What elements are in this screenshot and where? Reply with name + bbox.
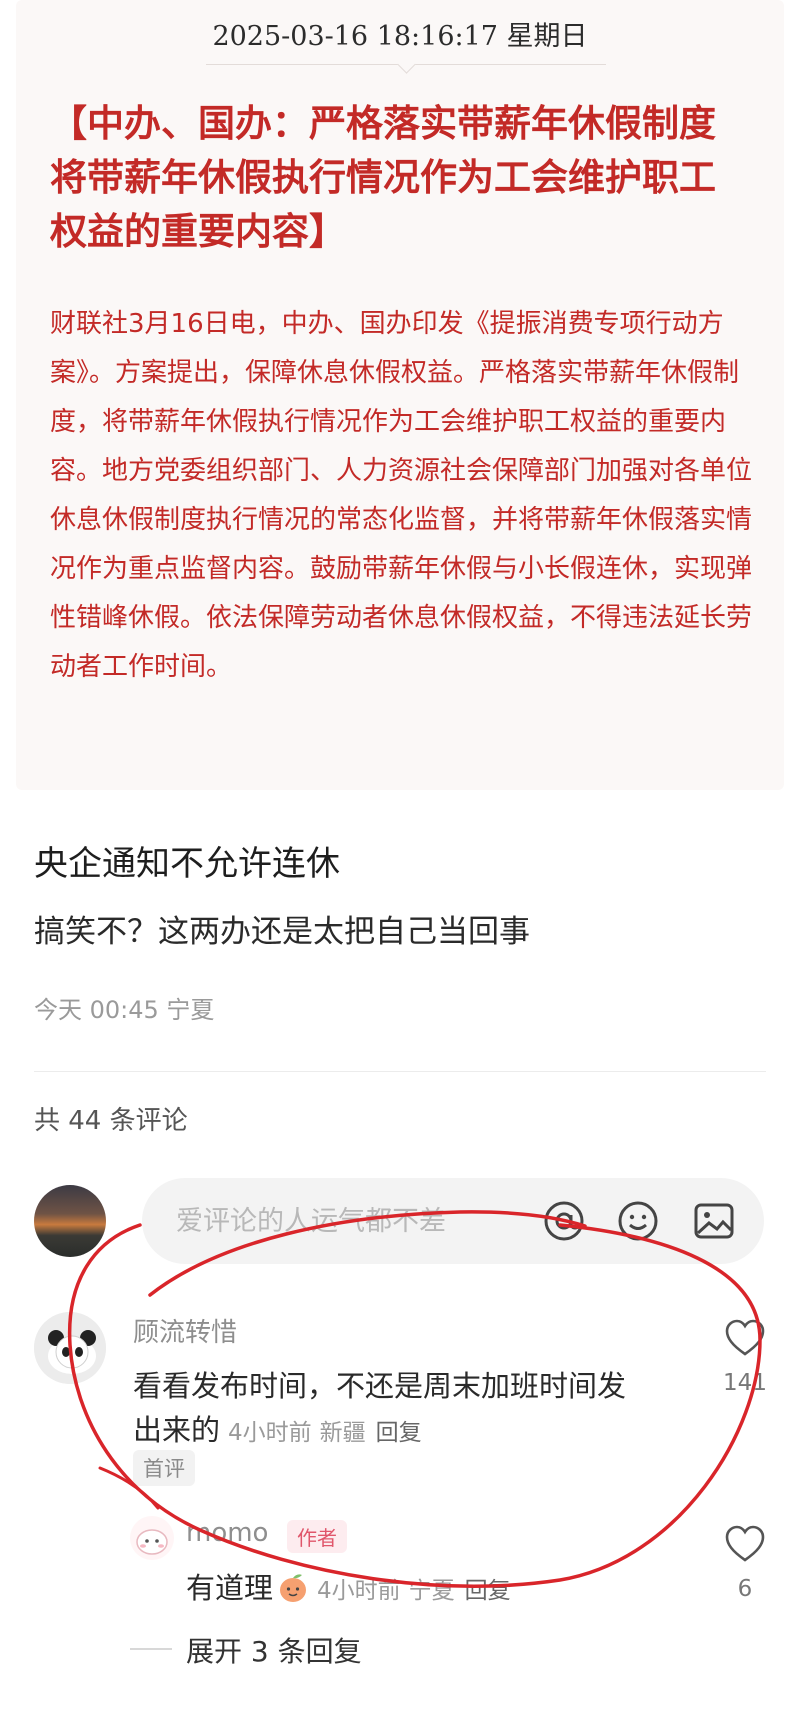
reply-like-count: 6	[737, 1576, 753, 1602]
cartoon-avatar-icon	[130, 1516, 174, 1560]
timestamp-notch	[397, 55, 416, 74]
post-title: 央企通知不允许连休	[34, 844, 340, 884]
image-icon[interactable]	[692, 1199, 736, 1243]
comment-input[interactable]	[142, 1178, 764, 1264]
reply-time: 4小时前	[317, 1578, 401, 1604]
news-image[interactable]: 2025-03-16 18:16:17 星期日 【中办、国办：严格落实带薪年休假…	[16, 0, 784, 790]
comment-text-line2: 出来的 4小时前 新疆 回复	[133, 1408, 422, 1455]
comment-text: 出来的	[133, 1413, 221, 1447]
user-avatar[interactable]	[34, 1185, 106, 1257]
first-comment-badge: 首评	[133, 1450, 195, 1486]
news-headline: 【中办、国办：严格落实带薪年休假制度 将带薪年休假执行情况作为工会维护职工权益的…	[50, 101, 716, 253]
emoji-icon[interactable]	[616, 1199, 660, 1243]
peach-emoji-icon	[280, 1574, 307, 1602]
commenter-name[interactable]: 顾流转惜	[133, 1312, 237, 1349]
author-avatar[interactable]	[130, 1516, 174, 1560]
comment-location: 新疆	[319, 1420, 366, 1446]
news-body: 财联社3月16日电，中办、国办印发《提振消费专项行动方案》。方案提出，保障休息休…	[50, 309, 753, 682]
post-body: 搞笑不？这两办还是太把自己当回事	[34, 914, 530, 950]
divider	[34, 1071, 766, 1072]
reply-button[interactable]: 回复	[376, 1420, 422, 1446]
expand-divider	[130, 1648, 172, 1650]
comment-text-line1: 看看发布时间，不还是周末加班时间发	[133, 1369, 627, 1403]
commenter-avatar[interactable]	[34, 1312, 106, 1384]
panda-avatar-icon	[34, 1312, 106, 1384]
like-count: 141	[723, 1370, 767, 1396]
expand-replies-button[interactable]: 展开 3 条回复	[186, 1630, 362, 1670]
author-badge: 作者	[287, 1520, 347, 1553]
heart-icon[interactable]	[724, 1318, 766, 1358]
reply-text-row: 有道理 4小时前 宁夏 回复	[186, 1566, 511, 1613]
reply-location: 宁夏	[408, 1578, 455, 1604]
reply-author-name[interactable]: momo	[186, 1518, 268, 1548]
reply-text: 有道理	[186, 1571, 274, 1605]
comment-count: 共 44 条评论	[34, 1106, 188, 1136]
reply-reply-button[interactable]: 回复	[465, 1578, 511, 1604]
post-meta: 今天 00:45 宁夏	[34, 996, 215, 1024]
comment-time: 4小时前	[228, 1420, 312, 1446]
heart-icon[interactable]	[724, 1524, 766, 1564]
at-icon[interactable]	[542, 1199, 586, 1243]
news-timestamp: 2025-03-16 18:16:17 星期日	[212, 21, 588, 52]
